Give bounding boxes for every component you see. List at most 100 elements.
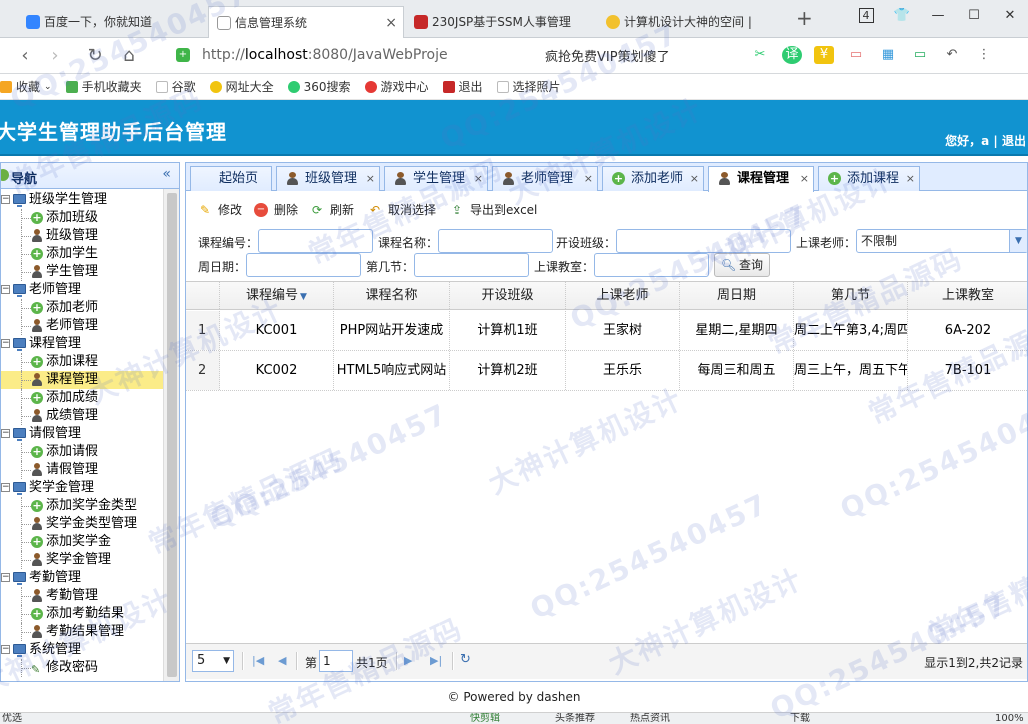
home-icon[interactable]: ⌂ [116, 44, 142, 68]
page-size-select[interactable]: 5 ▼ [192, 650, 234, 672]
tree-group[interactable]: − 考勤管理 [1, 569, 163, 587]
tab-3[interactable]: 老师管理 × [492, 166, 598, 191]
column-header[interactable]: 课程编号 ▼ [220, 282, 334, 309]
tree-item[interactable]: 学生管理 [1, 263, 163, 281]
tab-1[interactable]: 班级管理 × [276, 166, 380, 191]
period-input[interactable] [414, 253, 529, 277]
last-page-icon[interactable]: ▶| [430, 654, 442, 667]
tree-group[interactable]: − 系统管理 [1, 641, 163, 659]
bookmark-item[interactable]: 退出 [442, 78, 483, 95]
tree-item[interactable]: + 添加成绩 [1, 389, 163, 407]
weekday-input[interactable] [246, 253, 361, 277]
class-input[interactable] [616, 229, 791, 253]
tree-item[interactable]: + 添加班级 [1, 209, 163, 227]
tab-0[interactable]: 起始页 [190, 166, 272, 191]
refresh-button[interactable]: ⟳ 刷新 [310, 201, 354, 219]
close-tab-icon[interactable]: × [800, 167, 809, 191]
tree-group[interactable]: − 请假管理 [1, 425, 163, 443]
translate-icon[interactable]: 译 [782, 46, 802, 64]
teacher-select[interactable]: 不限制 ▼ [856, 229, 1027, 253]
tree-item[interactable]: + 添加学生 [1, 245, 163, 263]
tree-item[interactable]: 课程管理 [1, 371, 163, 389]
collapse-toggle-icon[interactable]: − [1, 429, 10, 438]
chevron-down-icon[interactable]: ▼ [1009, 230, 1027, 252]
image-extension-icon[interactable]: ▭ [846, 46, 866, 64]
tree-item[interactable]: 成绩管理 [1, 407, 163, 425]
column-header[interactable]: 课程名称 [334, 282, 450, 309]
tree-group[interactable]: − 老师管理 [1, 281, 163, 299]
tab-2[interactable]: 学生管理 × [384, 166, 488, 191]
table-row[interactable]: 2 KC002 HTML5响应式网站 计算机2班 王乐乐 每周三和周五 周三上午，周五下午 7… [186, 351, 1027, 391]
shield-extension-icon[interactable]: ¥ [814, 46, 834, 64]
undo-icon[interactable]: ↶ [942, 46, 962, 64]
zoom-level[interactable]: 100% [995, 713, 1024, 724]
bookmark-item[interactable]: 360搜索 [287, 78, 351, 95]
status-item[interactable]: 下载 [790, 713, 810, 724]
promo-text[interactable]: 疯抢免费VIP策划傻了 [545, 46, 670, 65]
collapse-toggle-icon[interactable]: − [1, 285, 10, 294]
menu-icon[interactable]: ⋮ [974, 46, 994, 64]
course-no-input[interactable] [258, 229, 373, 253]
new-tab-button[interactable]: + [796, 6, 813, 30]
course-name-input[interactable] [438, 229, 553, 253]
url-field[interactable]: + http://localhost:8080/JavaWebProje [172, 43, 532, 69]
browser-tab-info-system[interactable]: 信息管理系统 × [208, 6, 404, 39]
next-page-icon[interactable]: ▶ [404, 654, 412, 667]
tree-item[interactable]: 奖学金管理 [1, 551, 163, 569]
status-item[interactable]: 头条推荐 [555, 713, 595, 724]
window-close-button[interactable]: ✕ [992, 0, 1028, 32]
table-row[interactable]: 1 KC001 PHP网站开发速成 计算机1班 王家树 星期二,星期四 周二上午第3,4;周… [186, 311, 1027, 351]
tree-item[interactable]: + 添加奖学金 [1, 533, 163, 551]
tree-item[interactable]: ✎ 修改密码 [1, 659, 163, 677]
room-input[interactable] [594, 253, 709, 277]
windows-icon[interactable]: ▦ [878, 46, 898, 64]
cancel-select-button[interactable]: ↶ 取消选择 [368, 201, 436, 219]
tree-item[interactable]: 请假管理 [1, 461, 163, 479]
back-icon[interactable]: ‹ [12, 44, 38, 68]
column-header[interactable]: 周日期 [680, 282, 794, 309]
close-tab-icon[interactable]: × [690, 167, 699, 191]
bookmark-item[interactable]: 游戏中心 [364, 78, 429, 95]
bookmark-item[interactable]: 网址大全 [209, 78, 274, 95]
browser-tab-baidu[interactable]: 百度一下，你就知道 [18, 6, 208, 38]
collapse-toggle-icon[interactable]: − [1, 483, 10, 492]
column-header[interactable]: 第几节 [794, 282, 908, 309]
edit-button[interactable]: ✎ 修改 [198, 201, 242, 219]
bookmark-item[interactable]: 收藏 ⌄ [0, 78, 52, 95]
user-greeting[interactable]: 您好，a | 退出 [945, 132, 1026, 149]
refresh-icon[interactable]: ↻ [460, 652, 471, 667]
tree-item[interactable]: 班级管理 [1, 227, 163, 245]
close-tab-icon[interactable]: × [584, 167, 593, 191]
reload-icon[interactable]: ↻ [82, 44, 108, 68]
tab-count-badge[interactable]: 4 [848, 0, 884, 32]
collapse-toggle-icon[interactable]: − [1, 339, 10, 348]
sidebar-scrollbar[interactable] [163, 189, 179, 681]
browser-tab-ssm[interactable]: 230JSP基于SSM人事管理 [406, 6, 596, 38]
tree-group[interactable]: − 班级学生管理 [1, 191, 163, 209]
column-header[interactable]: 上课教室 [908, 282, 1027, 309]
tree-group[interactable]: − 奖学金管理 [1, 479, 163, 497]
minimize-button[interactable]: — [920, 0, 956, 32]
tree-item[interactable]: 老师管理 [1, 317, 163, 335]
maximize-button[interactable]: ☐ [956, 0, 992, 32]
tree-item[interactable]: + 添加请假 [1, 443, 163, 461]
battery-icon[interactable]: ▭ [910, 46, 930, 64]
collapse-toggle-icon[interactable]: − [1, 573, 10, 582]
prev-page-icon[interactable]: ◀ [278, 654, 286, 667]
tree-item[interactable]: 考勤管理 [1, 587, 163, 605]
column-header[interactable]: 上课老师 [566, 282, 680, 309]
scrollbar-thumb[interactable] [167, 193, 177, 677]
bookmark-item[interactable]: 选择照片 [496, 78, 561, 95]
column-header[interactable]: 开设班级 [450, 282, 566, 309]
close-tab-icon[interactable]: × [474, 167, 483, 191]
status-item[interactable]: 热点资讯 [630, 713, 670, 724]
tab-4[interactable]: + 添加老师 × [602, 166, 704, 191]
export-excel-button[interactable]: ⇪ 导出到excel [450, 201, 537, 219]
tree-item[interactable]: + 添加课程 [1, 353, 163, 371]
bookmark-item[interactable]: 谷歌 [155, 78, 196, 95]
close-tab-icon[interactable]: × [385, 7, 397, 39]
shirt-icon[interactable]: 👕 [884, 0, 920, 32]
close-tab-icon[interactable]: × [366, 167, 375, 191]
tree-item[interactable]: + 添加考勤结果 [1, 605, 163, 623]
tab-6[interactable]: + 添加课程 × [818, 166, 920, 191]
